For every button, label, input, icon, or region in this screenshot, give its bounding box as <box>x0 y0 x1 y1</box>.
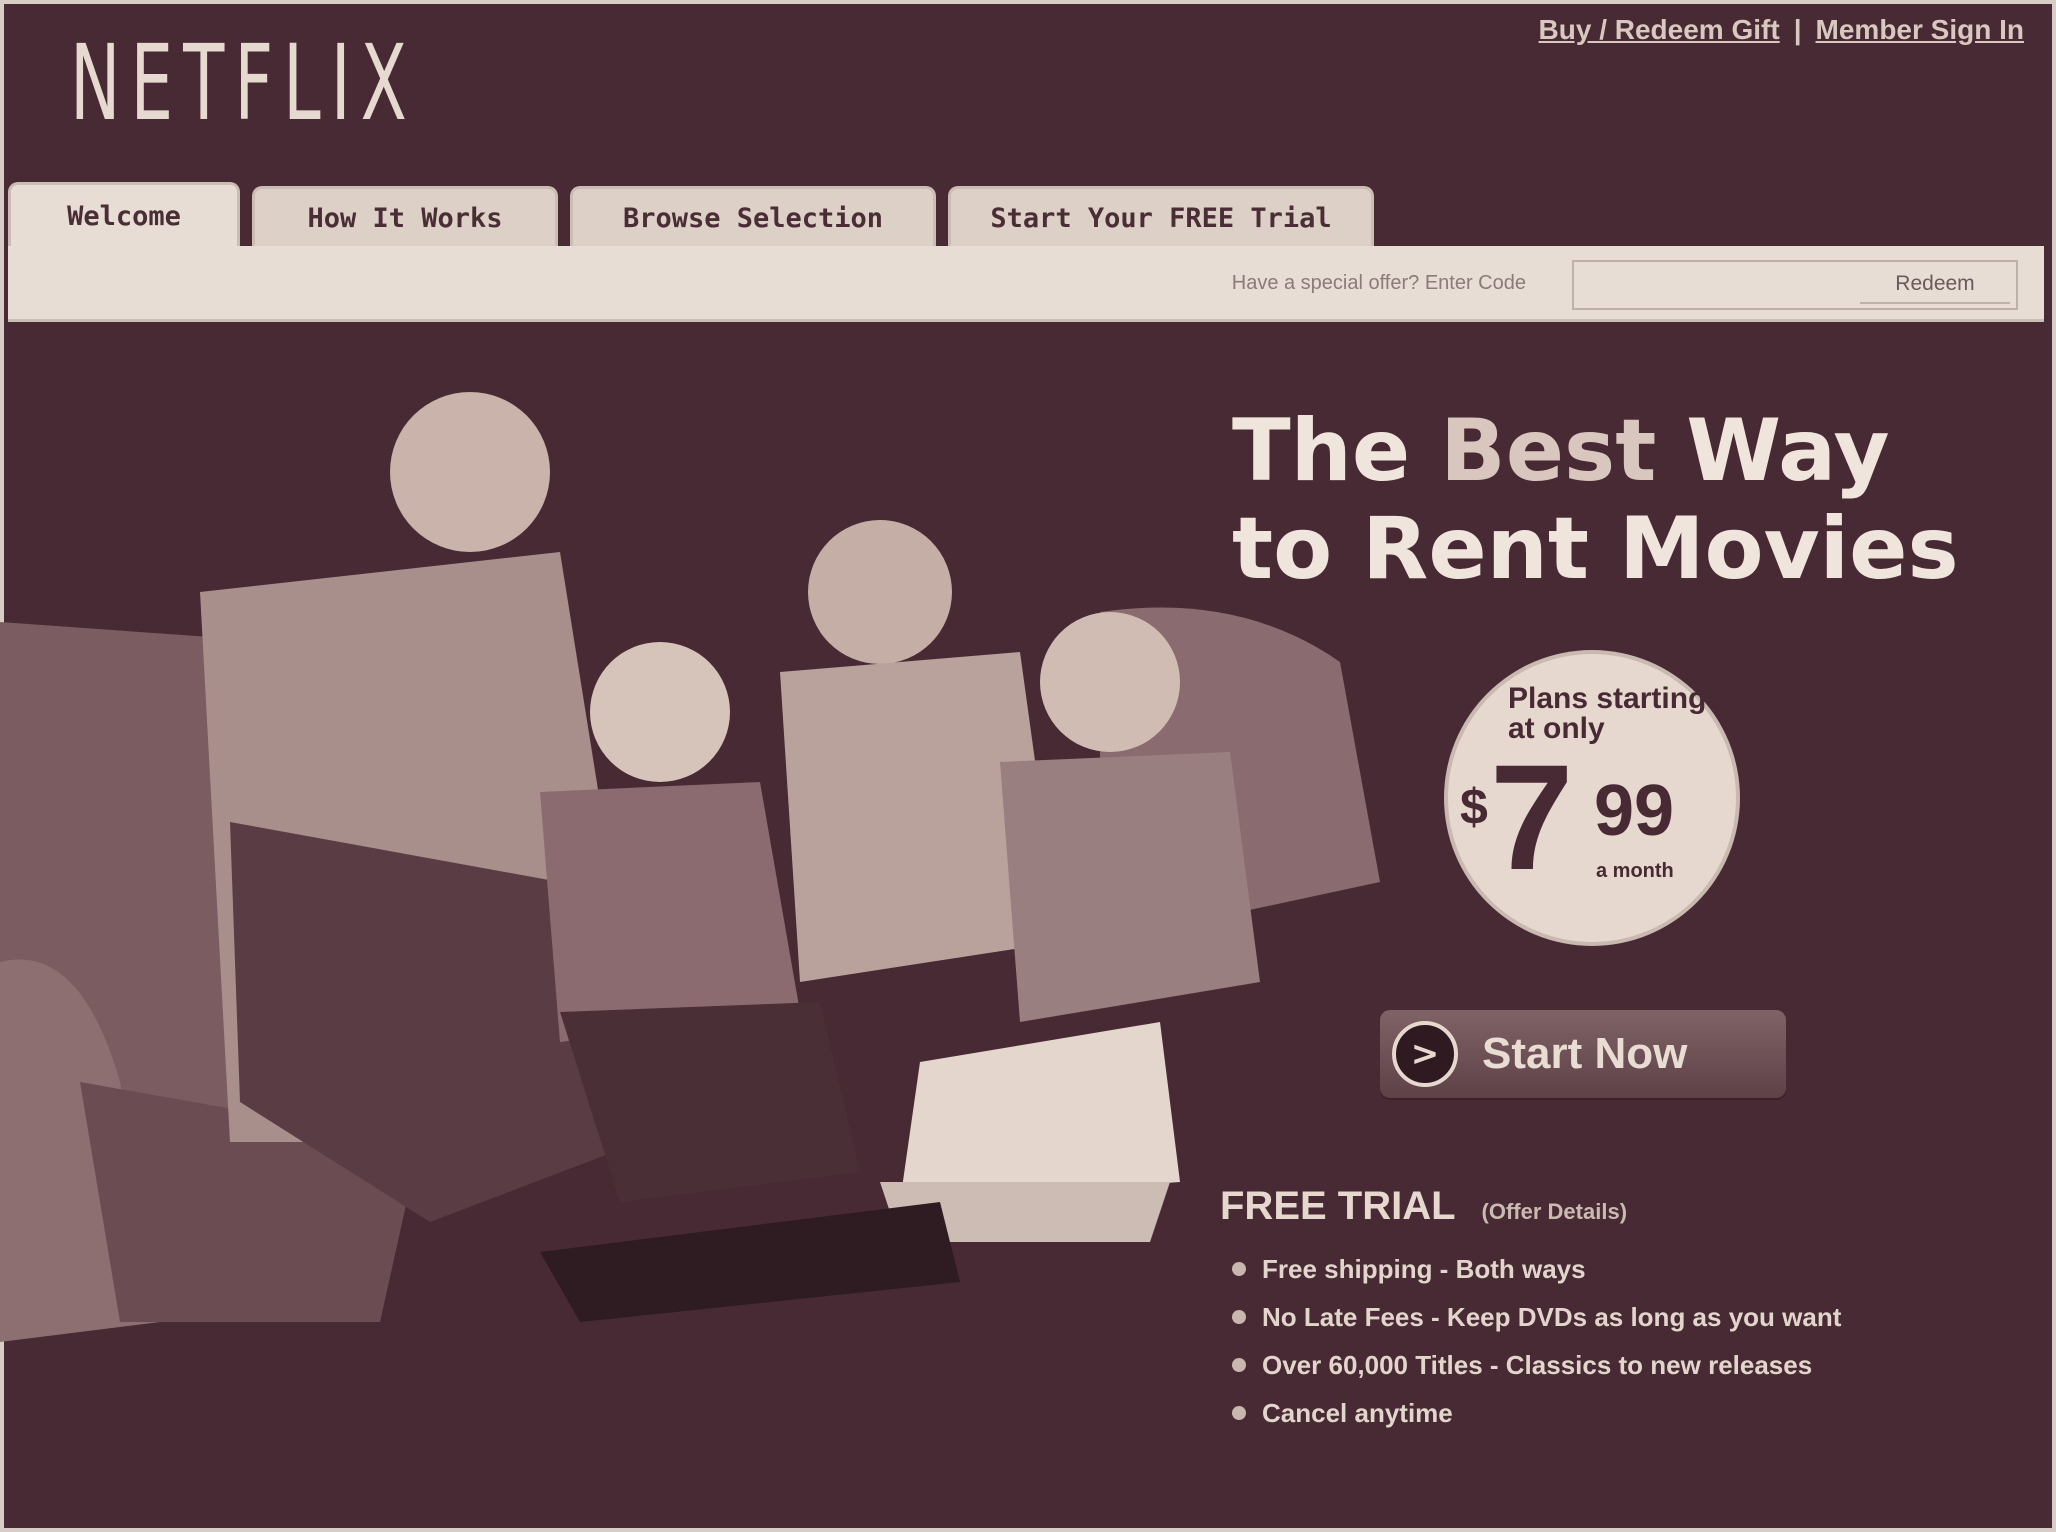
list-item: Cancel anytime <box>1220 1389 1841 1437</box>
hero-family-photo <box>0 392 1380 1342</box>
tab-browse-selection[interactable]: Browse Selection <box>570 186 936 248</box>
buy-redeem-link[interactable]: Buy / Redeem Gift <box>1539 14 1780 46</box>
list-item: Free shipping - Both ways <box>1220 1245 1841 1293</box>
headline-the: The <box>1232 401 1441 501</box>
badge-dollars: 7 <box>1490 733 1574 901</box>
offer-code-prompt: Have a special offer? Enter Code <box>1231 272 1526 294</box>
hero-headline: The Best Way to Rent Movies <box>1232 402 1959 598</box>
start-now-label: Start Now <box>1482 1029 1688 1078</box>
tab-how-it-works[interactable]: How It Works <box>252 186 558 248</box>
tab-start-free-trial[interactable]: Start Your FREE Trial <box>948 186 1374 248</box>
badge-period: a month <box>1596 860 1674 882</box>
start-now-button[interactable]: > Start Now <box>1380 1010 1786 1098</box>
bullet-text: Free shipping - Both ways <box>1262 1253 1586 1284</box>
headline-best: Best <box>1440 401 1657 501</box>
member-sign-in-link[interactable]: Member Sign In <box>1816 14 2024 46</box>
badge-dollar-sign: $ <box>1460 779 1488 835</box>
bullet-icon <box>1232 1358 1246 1372</box>
bullet-text: Over 60,000 Titles - Classics to new rel… <box>1262 1349 1813 1380</box>
offer-code-bar: Have a special offer? Enter Code Redeem <box>8 246 2044 322</box>
redeem-button[interactable]: Redeem <box>1860 266 2010 304</box>
bullet-icon <box>1232 1310 1246 1324</box>
bullet-icon <box>1232 1262 1246 1276</box>
list-item: Over 60,000 Titles - Classics to new rel… <box>1220 1341 1841 1389</box>
headline-line2: to Rent Movies <box>1232 499 1959 599</box>
link-separator: | <box>1793 14 1802 45</box>
free-trial-title: FREE TRIAL <box>1220 1184 1456 1228</box>
main-tabs: Welcome How It Works Browse Selection St… <box>8 182 1374 248</box>
offer-details-link[interactable]: (Offer Details) <box>1482 1199 1627 1225</box>
list-item: No Late Fees - Keep DVDs as long as you … <box>1220 1293 1841 1341</box>
price-badge: Plans starting at only $ 7 99 a month <box>1448 654 1736 942</box>
free-trial-list: Free shipping - Both ways No Late Fees -… <box>1220 1245 1841 1437</box>
bullet-icon <box>1232 1406 1246 1420</box>
free-trial-heading: FREE TRIAL (Offer Details) <box>1220 1184 1841 1229</box>
top-links: Buy / Redeem Gift | Member Sign In <box>1539 14 2024 46</box>
netflix-logo[interactable]: NETFLIX <box>70 22 417 144</box>
bullet-text: No Late Fees - Keep DVDs as long as you … <box>1262 1301 1842 1332</box>
badge-cents: 99 <box>1594 771 1675 851</box>
headline-way: Way <box>1656 401 1890 501</box>
bullet-text: Cancel anytime <box>1262 1397 1453 1428</box>
play-arrow-icon: > <box>1392 1021 1458 1087</box>
tab-welcome[interactable]: Welcome <box>8 182 240 248</box>
free-trial-section: FREE TRIAL (Offer Details) Free shipping… <box>1220 1184 1841 1437</box>
